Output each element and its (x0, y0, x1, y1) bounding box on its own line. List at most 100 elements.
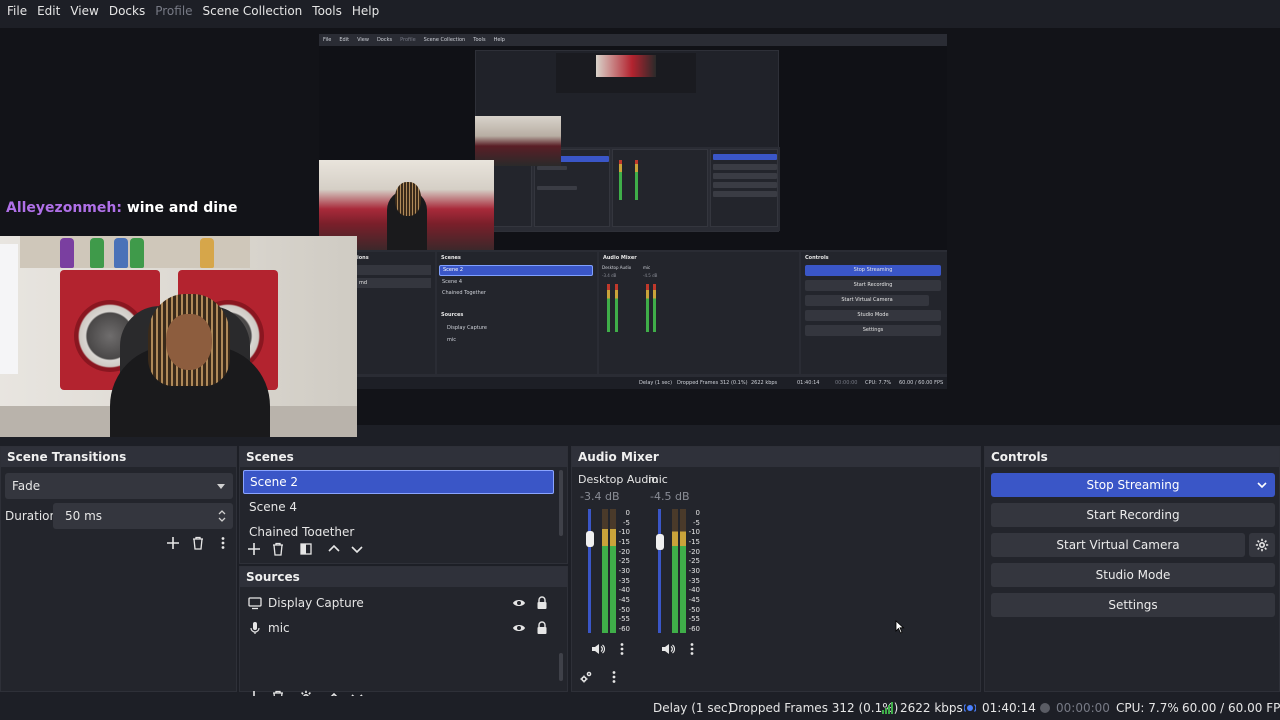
start-recording-button[interactable]: Start Recording (991, 503, 1275, 527)
webcam-bottle (130, 238, 144, 268)
volume-slider-track[interactable] (588, 509, 591, 633)
add-transition-button[interactable] (163, 533, 183, 553)
scenes-title: Scenes (240, 447, 567, 467)
settings-label: Settings (1108, 598, 1158, 612)
menu-edit[interactable]: Edit (32, 0, 65, 22)
chevron-down-icon[interactable] (1257, 480, 1267, 490)
stop-streaming-button[interactable]: Stop Streaming (991, 473, 1275, 497)
nested-controls-panel: Controls Stop Streaming Start Recording … (801, 252, 947, 374)
studio-mode-label: Studio Mode (1095, 568, 1171, 582)
nested-status-rec: 00:00:00 (835, 380, 858, 386)
volume-slider-track[interactable] (658, 509, 661, 633)
meter-tick-label: -50 (618, 605, 630, 614)
plus-icon (167, 537, 179, 549)
menu-tools[interactable]: Tools (307, 0, 347, 22)
nested-status-cpu: CPU: 7.7% (865, 380, 892, 386)
nested-l2-stop-streaming (713, 154, 777, 160)
nested-status-dropped: Dropped Frames 312 (0.1%) (677, 380, 748, 386)
meter-tick-label: -45 (688, 596, 700, 604)
more-vertical-icon (620, 643, 624, 655)
scene-item[interactable]: Scene 4 (243, 495, 554, 519)
audio-level-meter (672, 509, 678, 633)
nested-meter (653, 284, 656, 332)
scenes-scrollbar[interactable] (559, 470, 563, 536)
remove-transition-button[interactable] (188, 533, 208, 553)
nested-studio-mode-button: Studio Mode (805, 310, 941, 321)
sources-scrollbar[interactable] (559, 653, 563, 681)
menu-file[interactable]: File (2, 0, 32, 22)
nested-start-recording-button: Start Recording (805, 280, 941, 291)
scene-item[interactable]: Scene 2 (243, 470, 554, 494)
mute-button[interactable] (588, 639, 608, 659)
source-item[interactable]: Display Capture (248, 591, 558, 615)
move-scene-down-button[interactable] (347, 539, 367, 559)
speaker-icon (592, 644, 605, 654)
nested-control-label: Start Virtual Camera (841, 297, 893, 303)
remove-scene-button[interactable] (268, 539, 288, 559)
mute-button[interactable] (658, 639, 678, 659)
studio-mode-button[interactable]: Studio Mode (991, 563, 1275, 587)
duration-spinbox[interactable]: 50 ms (53, 503, 233, 529)
menu-scene-collection[interactable]: Scene Collection (198, 0, 308, 22)
spin-arrows-icon[interactable] (217, 507, 227, 525)
lock-icon[interactable] (536, 596, 548, 610)
channel-menu-button[interactable] (682, 639, 702, 659)
status-live-time: 01:40:14 (982, 701, 1036, 715)
start-virtual-camera-button[interactable]: Start Virtual Camera (991, 533, 1245, 557)
menu-help[interactable]: Help (347, 0, 384, 22)
source-item[interactable]: mic (248, 616, 558, 640)
menu-view[interactable]: View (65, 0, 103, 22)
eye-icon[interactable] (512, 596, 526, 610)
volume-slider-handle[interactable] (586, 531, 594, 548)
nested-scene-label: Scene 2 (443, 267, 464, 273)
eye-icon[interactable] (512, 621, 526, 635)
transition-select[interactable]: Fade (5, 473, 233, 499)
nested-menu-help: Help (493, 37, 505, 43)
meter-tick-label: 0 (695, 509, 700, 517)
menu-docks[interactable]: Docks (104, 0, 150, 22)
move-scene-up-button[interactable] (324, 539, 344, 559)
audio-level-meter (602, 509, 608, 633)
scene-transitions-title: Scene Transitions (1, 447, 236, 467)
nested-transitions-title: ions (357, 255, 369, 261)
channel-menu-button[interactable] (612, 639, 632, 659)
signal-bars-icon (882, 702, 893, 714)
preview-canvas[interactable]: File Edit View Docks Profile Scene Colle… (0, 28, 1280, 437)
lock-icon[interactable] (536, 621, 548, 635)
settings-button[interactable]: Settings (991, 593, 1275, 617)
scene-filters-button[interactable] (296, 539, 316, 559)
volume-slider-handle[interactable] (656, 533, 664, 550)
nested-meter (646, 284, 649, 332)
nested-sources-title: Sources (441, 312, 464, 318)
nested-status-fps: 60.00 / 60.00 FPS (899, 380, 944, 386)
menu-profile[interactable]: Profile (150, 0, 197, 22)
add-scene-button[interactable] (244, 539, 264, 559)
plus-icon (248, 543, 260, 555)
nested-l2-controls (710, 149, 778, 227)
nested-channel-db: -3.4 dB (602, 273, 617, 278)
chat-overlay: Alleyezonmeh: wine and dine (6, 200, 237, 216)
advanced-audio-button[interactable] (576, 667, 596, 687)
more-vertical-icon (612, 671, 616, 683)
display-capture-preview: File Edit View Docks Profile Scene Colle… (319, 34, 947, 389)
nested-menu-docks: Docks (376, 37, 393, 43)
nested-scene-selected: Scene 2 (439, 265, 593, 276)
nested-menu-scene-collection: Scene Collection (423, 37, 466, 43)
transition-menu-button[interactable] (213, 533, 233, 553)
scene-item[interactable]: Chained Together (243, 520, 554, 536)
nested-channel-db: -4.5 dB (643, 273, 658, 278)
nested-status-delay: Delay (1 sec) (639, 380, 673, 386)
audio-mixer-menu-button[interactable] (604, 667, 624, 687)
nested-menu-tools: Tools (473, 37, 486, 43)
nested-control-label: Stop Streaming (853, 267, 893, 273)
audio-channel-name: Desktop Audio (578, 473, 659, 486)
meter-tick-label: -55 (618, 615, 630, 624)
virtual-camera-settings-button[interactable] (1249, 533, 1275, 557)
status-fps: 60.00 / 60.00 FPS (1182, 701, 1280, 715)
scene-item-label: Scene 4 (249, 500, 298, 514)
audio-channel-db: -4.5 dB (650, 490, 690, 503)
preview-area: File Edit View Docks Profile Scene Colle… (0, 22, 1280, 437)
meter-tick-label: -35 (688, 576, 700, 585)
stop-streaming-label: Stop Streaming (1086, 478, 1180, 492)
transition-select-value: Fade (12, 479, 41, 493)
